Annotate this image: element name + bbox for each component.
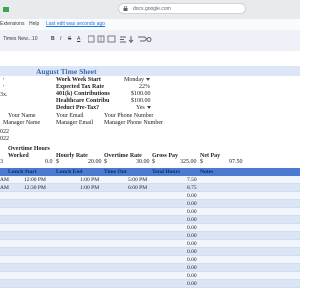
col-total-hours[interactable]: Total Hours [152, 168, 180, 176]
table-row[interactable]: 0.00 [0, 272, 300, 280]
col-time-out[interactable]: Time Out [104, 168, 127, 176]
lunch-start-cell[interactable]: 12:00 PM [24, 176, 46, 184]
hourly-rate-label: Hourly Rate [56, 153, 88, 159]
chevron-down-icon[interactable] [147, 106, 151, 109]
toolbar: Times New... 10 B I S A [0, 30, 300, 52]
currency-symbol: $ [152, 159, 155, 165]
col-notes[interactable]: Notes [200, 168, 213, 176]
left-mark: 3x. [0, 92, 8, 98]
currency-symbol: $ [56, 159, 59, 165]
table-row[interactable]: 0.00 [0, 216, 300, 224]
table-row[interactable]: 0.00 [0, 280, 300, 288]
menu-bar: Extensions Help Last edit was seconds ag… [0, 19, 300, 30]
link-icon [146, 37, 152, 42]
col-lunch-end[interactable]: Lunch End [56, 168, 82, 176]
table-row[interactable]: 0.00 [0, 264, 300, 272]
font-family-select[interactable]: Times New... [3, 36, 32, 42]
gross-pay-label: Gross Pay [152, 153, 179, 159]
deduct-pretax-label: Deduct Pre-Tax? [56, 105, 100, 111]
worked-label: Worked [8, 153, 29, 159]
table-header [0, 168, 300, 176]
total-hours-cell[interactable]: 0.00 [187, 192, 197, 200]
row-am-fragment[interactable]: AM [0, 176, 9, 184]
total-hours-cell[interactable]: 0.00 [187, 208, 197, 216]
total-hours-cell[interactable]: 0.00 [187, 240, 197, 248]
total-hours-cell[interactable]: 0.00 [187, 232, 197, 240]
menu-extensions[interactable]: Extensions [0, 21, 24, 27]
total-hours-cell[interactable]: 7.50 [187, 176, 197, 184]
italic-button[interactable]: I [60, 36, 61, 42]
sheet-title: August Time Sheet [36, 67, 97, 76]
table-row[interactable]: 0.00 [0, 256, 300, 264]
table-row[interactable]: 0.00 [0, 208, 300, 216]
col-lunch-start[interactable]: Lunch Start [8, 168, 37, 176]
total-hours-cell[interactable]: 0.00 [187, 264, 197, 272]
browser-chrome: docs.google.com [0, 0, 300, 20]
hourly-rate-value[interactable]: 20.00 [88, 158, 102, 166]
table-row[interactable]: 0.00 [0, 200, 300, 208]
table-row[interactable]: 0.00 [0, 240, 300, 248]
fill-color-icon [88, 35, 95, 43]
manager-phone[interactable]: Manager Phone Number [104, 119, 163, 127]
manager-name[interactable]: Manager Name [3, 119, 40, 127]
worked-hours-value: 3 [0, 159, 3, 165]
toolbar-icons[interactable] [88, 35, 152, 44]
net-pay-label: Net Pay [200, 153, 221, 159]
address-bar[interactable]: docs.google.com [118, 3, 246, 14]
total-hours-cell[interactable]: 0.00 [187, 248, 197, 256]
total-hours-cell[interactable]: 0.00 [187, 256, 197, 264]
table-row[interactable]: 0.00 [0, 232, 300, 240]
borders-icon [97, 35, 105, 43]
merge-icon [107, 35, 116, 43]
deduct-pretax-value[interactable]: Yes [136, 104, 145, 112]
currency-symbol: $ [104, 159, 107, 165]
menu-help[interactable]: Help [29, 21, 39, 27]
overtime-hours-value: 0.0 [45, 159, 53, 165]
lock-icon [123, 6, 128, 11]
total-hours-cell[interactable]: 8.75 [187, 184, 197, 192]
valign-icon [128, 36, 134, 43]
table-row[interactable]: AM 12:00 PM 1:00 PM 5:00 PM 7.50 [0, 176, 300, 184]
total-hours-cell[interactable]: 0.00 [187, 200, 197, 208]
row-am-fragment[interactable]: AM [0, 184, 9, 192]
lunch-end-cell[interactable]: 1:00 PM [80, 184, 99, 192]
table-row[interactable]: 0.00 [0, 248, 300, 256]
last-edit-link[interactable]: Last edit was seconds ago [46, 21, 105, 27]
table-row[interactable]: 0.00 [0, 224, 300, 232]
lunch-start-cell[interactable]: 12:30 PM [24, 184, 46, 192]
sheets-tab-icon[interactable] [3, 6, 11, 13]
total-hours-cell[interactable]: 0.00 [187, 224, 197, 232]
text-color-button[interactable]: A [77, 36, 80, 42]
table-row[interactable]: AM 12:30 PM 1:00 PM 6:00 PM 8.75 [0, 184, 300, 192]
total-hours-cell[interactable]: 0.00 [187, 280, 197, 288]
bold-button[interactable]: B [51, 36, 55, 42]
total-hours-cell[interactable]: 0.00 [187, 272, 197, 280]
date-fragment: 022 [0, 136, 9, 142]
total-hours-cell[interactable]: 0.00 [187, 216, 197, 224]
gross-pay-value: 325.00 [180, 159, 197, 165]
font-size-select[interactable]: 10 [32, 36, 38, 42]
lunch-end-cell[interactable]: 1:00 PM [80, 176, 99, 184]
chevron-down-icon[interactable] [146, 78, 150, 81]
wrap-icon [138, 36, 147, 42]
net-pay-value: 97.50 [229, 159, 243, 165]
time-out-cell[interactable]: 5:00 PM [128, 176, 147, 184]
time-out-cell[interactable]: 6:00 PM [128, 184, 147, 192]
manager-email[interactable]: Manager Email [56, 119, 93, 127]
strikethrough-button[interactable]: S [68, 36, 71, 42]
table-row[interactable]: 0.00 [0, 192, 300, 200]
url-text: docs.google.com [133, 6, 171, 12]
overtime-rate-value[interactable]: 30.00 [136, 158, 150, 166]
align-icon [120, 36, 126, 43]
currency-symbol: $ [200, 159, 203, 165]
